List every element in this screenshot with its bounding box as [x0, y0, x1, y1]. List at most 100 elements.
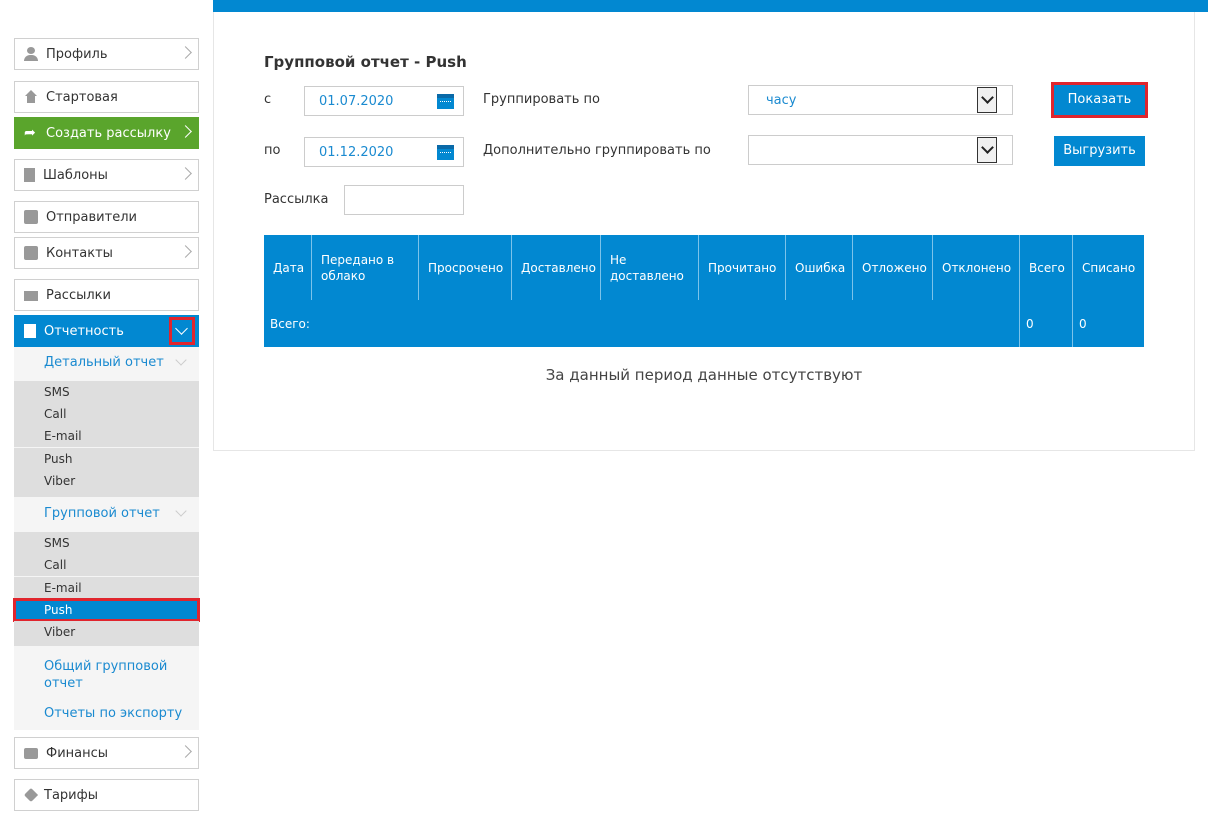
- sidebar-item-reports[interactable]: Отчетность: [14, 315, 199, 347]
- sidebar-item-label: Создать рассылку: [46, 125, 171, 141]
- group-viber[interactable]: Viber: [14, 621, 199, 646]
- empty-state-message: За данный период данные отсутствуют: [545, 366, 863, 384]
- sidebar-item-home[interactable]: Стартовая: [14, 81, 199, 113]
- from-date-input[interactable]: 01.07.2020: [304, 86, 464, 116]
- header-label-line: Не: [610, 252, 627, 267]
- report-table: Дата Передано в облако Просрочено Достав…: [264, 235, 1144, 347]
- header-label: Просрочено: [428, 260, 504, 275]
- sidebar-item-contacts[interactable]: Контакты: [14, 237, 199, 269]
- submenu-detailed-report[interactable]: Детальный отчет: [14, 347, 199, 379]
- home-icon: [24, 90, 38, 104]
- extra-group-label: Дополнительно группировать по: [483, 143, 711, 158]
- sidebar-item-label: Отчетность: [44, 323, 124, 339]
- header-label-line: доставлено: [610, 268, 684, 283]
- chevron-right-icon: [179, 167, 192, 180]
- from-label: с: [264, 92, 272, 107]
- header-label: Отложено: [862, 260, 927, 275]
- footer-label: Всего:: [270, 316, 310, 331]
- group-email[interactable]: E-mail: [14, 577, 199, 599]
- submenu-export-reports[interactable]: Отчеты по экспорту: [14, 705, 199, 722]
- detailed-call[interactable]: Call: [14, 403, 199, 425]
- sidebar-item-label: Финансы: [46, 745, 109, 761]
- chevron-right-icon: [179, 245, 192, 258]
- top-bar: [213, 0, 1208, 12]
- submenu-label: Отчеты по экспорту: [44, 706, 183, 721]
- from-date-value: 01.07.2020: [319, 94, 394, 109]
- header-label: Дата: [273, 260, 305, 275]
- column-header-charged[interactable]: Списано: [1073, 235, 1144, 300]
- column-header-rejected[interactable]: Отклонено: [933, 235, 1020, 300]
- chevron-right-icon: [179, 125, 192, 138]
- footer-charged-value: 0: [1079, 316, 1087, 331]
- calendar-icon[interactable]: [437, 94, 454, 109]
- to-label: по: [264, 143, 281, 158]
- export-button[interactable]: Выгрузить: [1054, 136, 1145, 166]
- column-header-not-delivered[interactable]: Не доставлено: [601, 235, 699, 300]
- table-footer-total-cell: 0: [1020, 300, 1073, 347]
- column-header-read[interactable]: Прочитано: [699, 235, 786, 300]
- header-label: Всего: [1029, 260, 1065, 275]
- header-label: Прочитано: [708, 260, 777, 275]
- mailing-input[interactable]: [344, 185, 464, 215]
- submenu-label: Групповой отчет: [44, 506, 160, 521]
- sidebar-item-create-mailing[interactable]: ➦ Создать рассылку: [14, 117, 199, 149]
- column-header-error[interactable]: Ошибка: [786, 235, 853, 300]
- sidebar-item-label: Шаблоны: [43, 167, 108, 183]
- submenu-general-group-report[interactable]: Общий групповой отчет: [14, 658, 199, 692]
- header-label-line: облако: [321, 268, 366, 283]
- detailed-viber[interactable]: Viber: [14, 470, 199, 497]
- chevron-down-icon[interactable]: [977, 87, 997, 113]
- sidebar-item-templates[interactable]: Шаблоны: [14, 159, 199, 191]
- report-book-icon: [24, 324, 36, 338]
- footer-total-value: 0: [1026, 316, 1034, 331]
- detailed-push[interactable]: Push: [14, 448, 199, 470]
- sidebar-item-mailings[interactable]: Рассылки: [14, 279, 199, 311]
- detailed-sms[interactable]: SMS: [14, 381, 199, 403]
- column-header-delayed[interactable]: Отложено: [853, 235, 933, 300]
- submenu-group-report[interactable]: Групповой отчет: [14, 498, 199, 530]
- collapse-toggle-button[interactable]: [169, 317, 195, 345]
- table-footer-charged-cell: 0: [1073, 300, 1144, 347]
- sidebar-item-label: Тарифы: [44, 787, 98, 803]
- column-header-total[interactable]: Всего: [1020, 235, 1073, 300]
- sidebar-item-senders[interactable]: Отправители: [14, 201, 199, 233]
- header-label: Не доставлено: [610, 252, 684, 284]
- document-icon: [24, 168, 35, 182]
- sidebar-item-finance[interactable]: Финансы: [14, 737, 199, 769]
- header-label: Списано: [1082, 260, 1136, 275]
- group-call[interactable]: Call: [14, 554, 199, 576]
- calendar-icon[interactable]: [437, 145, 454, 160]
- detailed-email[interactable]: E-mail: [14, 425, 199, 447]
- share-arrow-icon: ➦: [24, 125, 36, 141]
- envelope-icon: [24, 291, 38, 301]
- column-header-delivered[interactable]: Доставлено: [512, 235, 601, 300]
- group-by-label: Группировать по: [483, 92, 600, 107]
- sidebar-item-label: Профиль: [46, 46, 108, 62]
- sidebar-item-label: Отправители: [46, 209, 137, 225]
- chevron-down-icon[interactable]: [977, 137, 997, 163]
- sidebar-item-tariffs[interactable]: Тарифы: [14, 779, 199, 811]
- column-header-overdue[interactable]: Просрочено: [419, 235, 512, 300]
- sender-icon: [24, 210, 38, 224]
- column-header-date[interactable]: Дата: [264, 235, 312, 300]
- header-label: Отклонено: [942, 260, 1012, 275]
- group-push[interactable]: Push: [13, 598, 200, 622]
- show-button[interactable]: Показать: [1051, 82, 1148, 118]
- group-sms[interactable]: SMS: [14, 532, 199, 554]
- group-by-value: часу: [766, 93, 797, 108]
- contacts-icon: [24, 246, 38, 260]
- user-icon: [24, 47, 38, 61]
- page-title: Групповой отчет - Push: [264, 53, 467, 71]
- mailing-label: Рассылка: [264, 192, 329, 207]
- submenu-label: Общий групповой отчет: [44, 659, 168, 691]
- header-label: Передано в облако: [321, 252, 394, 284]
- column-header-cloud[interactable]: Передано в облако: [312, 235, 419, 300]
- sidebar-item-label: Контакты: [46, 245, 113, 261]
- sidebar-item-profile[interactable]: Профиль: [14, 38, 199, 70]
- to-date-input[interactable]: 01.12.2020: [304, 137, 464, 167]
- extra-group-select[interactable]: [748, 135, 1013, 165]
- group-by-select[interactable]: часу: [748, 85, 1013, 115]
- chevron-right-icon: [179, 46, 192, 59]
- table-footer-label-cell: Всего:: [264, 300, 1020, 347]
- sidebar-item-label: Рассылки: [46, 287, 111, 303]
